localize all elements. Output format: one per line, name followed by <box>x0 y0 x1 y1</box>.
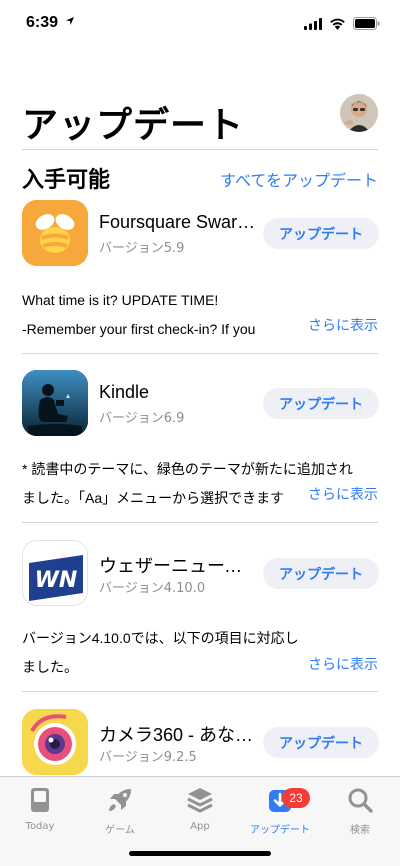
tab-apps[interactable]: App <box>160 785 240 832</box>
tab-label: Today <box>25 821 55 832</box>
avatar[interactable] <box>340 94 378 132</box>
release-note-line: * 読書中のテーマに、緑色のテーマが新たに追加され <box>22 461 353 477</box>
tab-today[interactable]: Today <box>0 785 80 832</box>
tab-search[interactable]: 検索 <box>320 785 400 836</box>
item-divider <box>22 522 378 523</box>
update-all-link[interactable]: すべてをアップデート <box>220 167 378 191</box>
today-icon <box>31 788 49 812</box>
wifi-icon <box>330 18 345 30</box>
tab-label: App <box>190 821 210 832</box>
battery-icon <box>353 17 380 30</box>
svg-text:WN: WN <box>35 568 78 593</box>
item-divider <box>22 353 378 354</box>
cellular-signal-icon <box>304 17 322 30</box>
text-fade <box>276 484 302 513</box>
tab-games[interactable]: ゲーム <box>80 785 160 836</box>
page-title: アップデート <box>22 105 245 146</box>
profile-photo-icon <box>340 94 378 132</box>
tab-updates[interactable]: 23 アップデート <box>240 785 320 836</box>
tab-label: ゲーム <box>105 825 135 836</box>
update-button[interactable]: アップデート <box>263 558 379 589</box>
more-link[interactable]: さらに表示 <box>304 481 378 510</box>
update-button[interactable]: アップデート <box>263 727 379 758</box>
rocket-icon <box>109 789 131 811</box>
kindle-reader-icon[interactable] <box>22 370 88 436</box>
item-divider <box>22 691 378 692</box>
section-title: 入手可能 <box>22 168 111 193</box>
home-indicator[interactable] <box>129 851 271 856</box>
app-version: バージョン4.10.0 <box>99 581 206 596</box>
tab-label: 検索 <box>350 825 370 836</box>
status-time: 6:39 <box>26 14 75 32</box>
status-bar: 6:39 <box>0 0 400 48</box>
more-link[interactable]: さらに表示 <box>304 312 378 341</box>
header-divider <box>22 149 378 150</box>
app-version: バージョン9.2.5 <box>99 750 197 765</box>
app-name: カメラ360 - あな… <box>99 725 254 745</box>
location-arrow-icon <box>66 17 75 25</box>
app-version: バージョン6.9 <box>99 411 185 426</box>
tab-label: アップデート <box>250 825 310 836</box>
update-count-badge: 23 <box>282 788 310 808</box>
app-version: バージョン5.9 <box>99 241 185 256</box>
more-link[interactable]: さらに表示 <box>304 651 378 680</box>
app-name: ウェザーニュース… <box>99 556 257 576</box>
text-fade <box>276 315 302 344</box>
weathernews-icon[interactable]: WN <box>22 540 88 606</box>
search-icon <box>348 788 373 813</box>
stack-icon <box>187 788 213 813</box>
app-name: Foursquare Swar… <box>99 212 256 232</box>
swarm-bee-icon[interactable] <box>22 200 88 266</box>
app-name: Kindle <box>99 382 150 402</box>
update-button[interactable]: アップデート <box>263 388 379 419</box>
status-icons <box>304 17 380 30</box>
release-note-line: バージョン4.10.0では、以下の項目に対応し <box>22 630 299 646</box>
camera360-icon[interactable] <box>22 709 88 775</box>
release-note-line: What time is it? UPDATE TIME! <box>22 292 219 308</box>
update-button[interactable]: アップデート <box>263 218 379 249</box>
